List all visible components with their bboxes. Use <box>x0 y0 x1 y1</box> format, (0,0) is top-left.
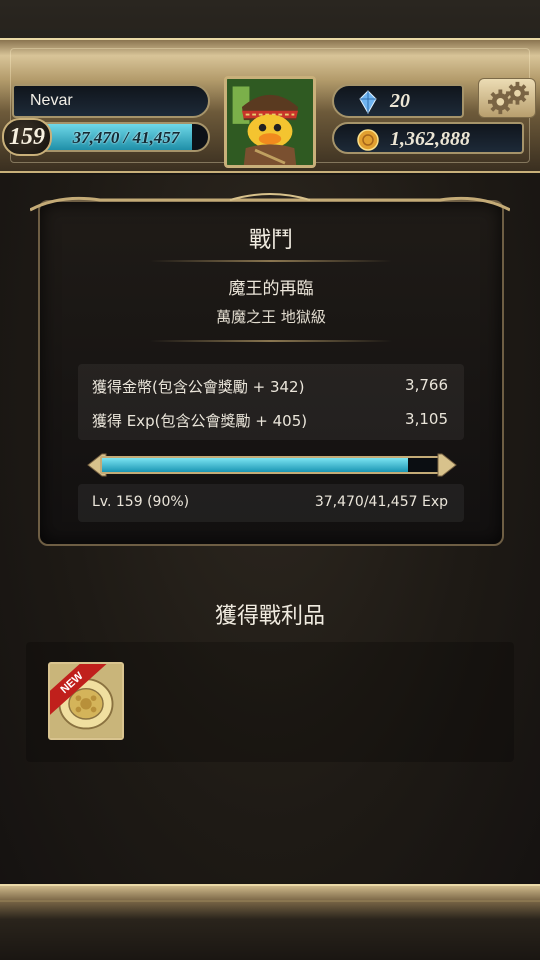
bottom-frame <box>0 884 540 960</box>
gears-icon <box>488 81 529 115</box>
gold-coin-icon <box>357 129 379 151</box>
exp-progress-fill <box>102 458 408 472</box>
quest-divider <box>150 340 392 342</box>
gold-reward-label: 獲得金幣(包含公會獎勵 + 342) <box>92 378 305 396</box>
exp-progress-track <box>100 456 444 474</box>
reward-summary: 獲得金幣(包含公會獎勵 + 342) 3,766 獲得 Exp(包含公會獎勵 +… <box>78 364 464 440</box>
exp-reward-row: 獲得 Exp(包含公會獎勵 + 405) 3,105 <box>92 404 448 434</box>
loot-item[interactable]: NEW <box>48 662 124 740</box>
gold-counter[interactable]: 1,362,888 <box>332 122 524 154</box>
loot-title: 獲得戰利品 <box>214 604 325 629</box>
battle-title: 戰鬥 <box>248 228 293 253</box>
quest-name: 魔王的再臨 <box>228 279 314 299</box>
settings-button[interactable] <box>478 78 536 118</box>
player-name[interactable]: Nevar <box>12 84 210 118</box>
top-status-bar: Nevar 37,470 / 41,457 159 20 1,362,888 <box>0 0 540 175</box>
bar-right-cap <box>437 453 457 477</box>
exp-reward-value: 3,105 <box>405 410 448 428</box>
duck-portrait-icon <box>227 79 313 165</box>
gem-counter[interactable]: 20 <box>332 84 464 118</box>
gem-count: 20 <box>390 90 410 112</box>
player-exp-bar: 37,470 / 41,457 <box>42 122 210 152</box>
gold-reward-value: 3,766 <box>405 376 448 394</box>
blue-crystal-icon <box>359 90 377 114</box>
panel-ornament-top <box>30 193 510 212</box>
level-percent: Lv. 159 (90%) <box>92 494 190 510</box>
loot-list: NEW <box>26 642 514 762</box>
exp-progress-bar <box>86 452 458 478</box>
level-summary: Lv. 159 (90%) 37,470/41,457 Exp <box>78 484 464 522</box>
exp-reward-label: 獲得 Exp(包含公會獎勵 + 405) <box>92 412 308 430</box>
player-avatar[interactable] <box>224 76 316 168</box>
player-level-badge: 159 <box>2 118 52 156</box>
gold-reward-row: 獲得金幣(包含公會獎勵 + 342) 3,766 <box>92 370 448 400</box>
gold-count: 1,362,888 <box>390 128 470 150</box>
title-divider <box>150 260 392 262</box>
player-exp-text: 37,470 / 41,457 <box>72 128 180 147</box>
battle-result-panel: 戰鬥 魔王的再臨 萬魔之王 地獄級 獲得金幣(包含公會獎勵 + 342) 3,7… <box>38 200 504 546</box>
level-exp: 37,470/41,457 Exp <box>314 494 448 510</box>
quest-difficulty: 萬魔之王 地獄級 <box>216 308 326 326</box>
